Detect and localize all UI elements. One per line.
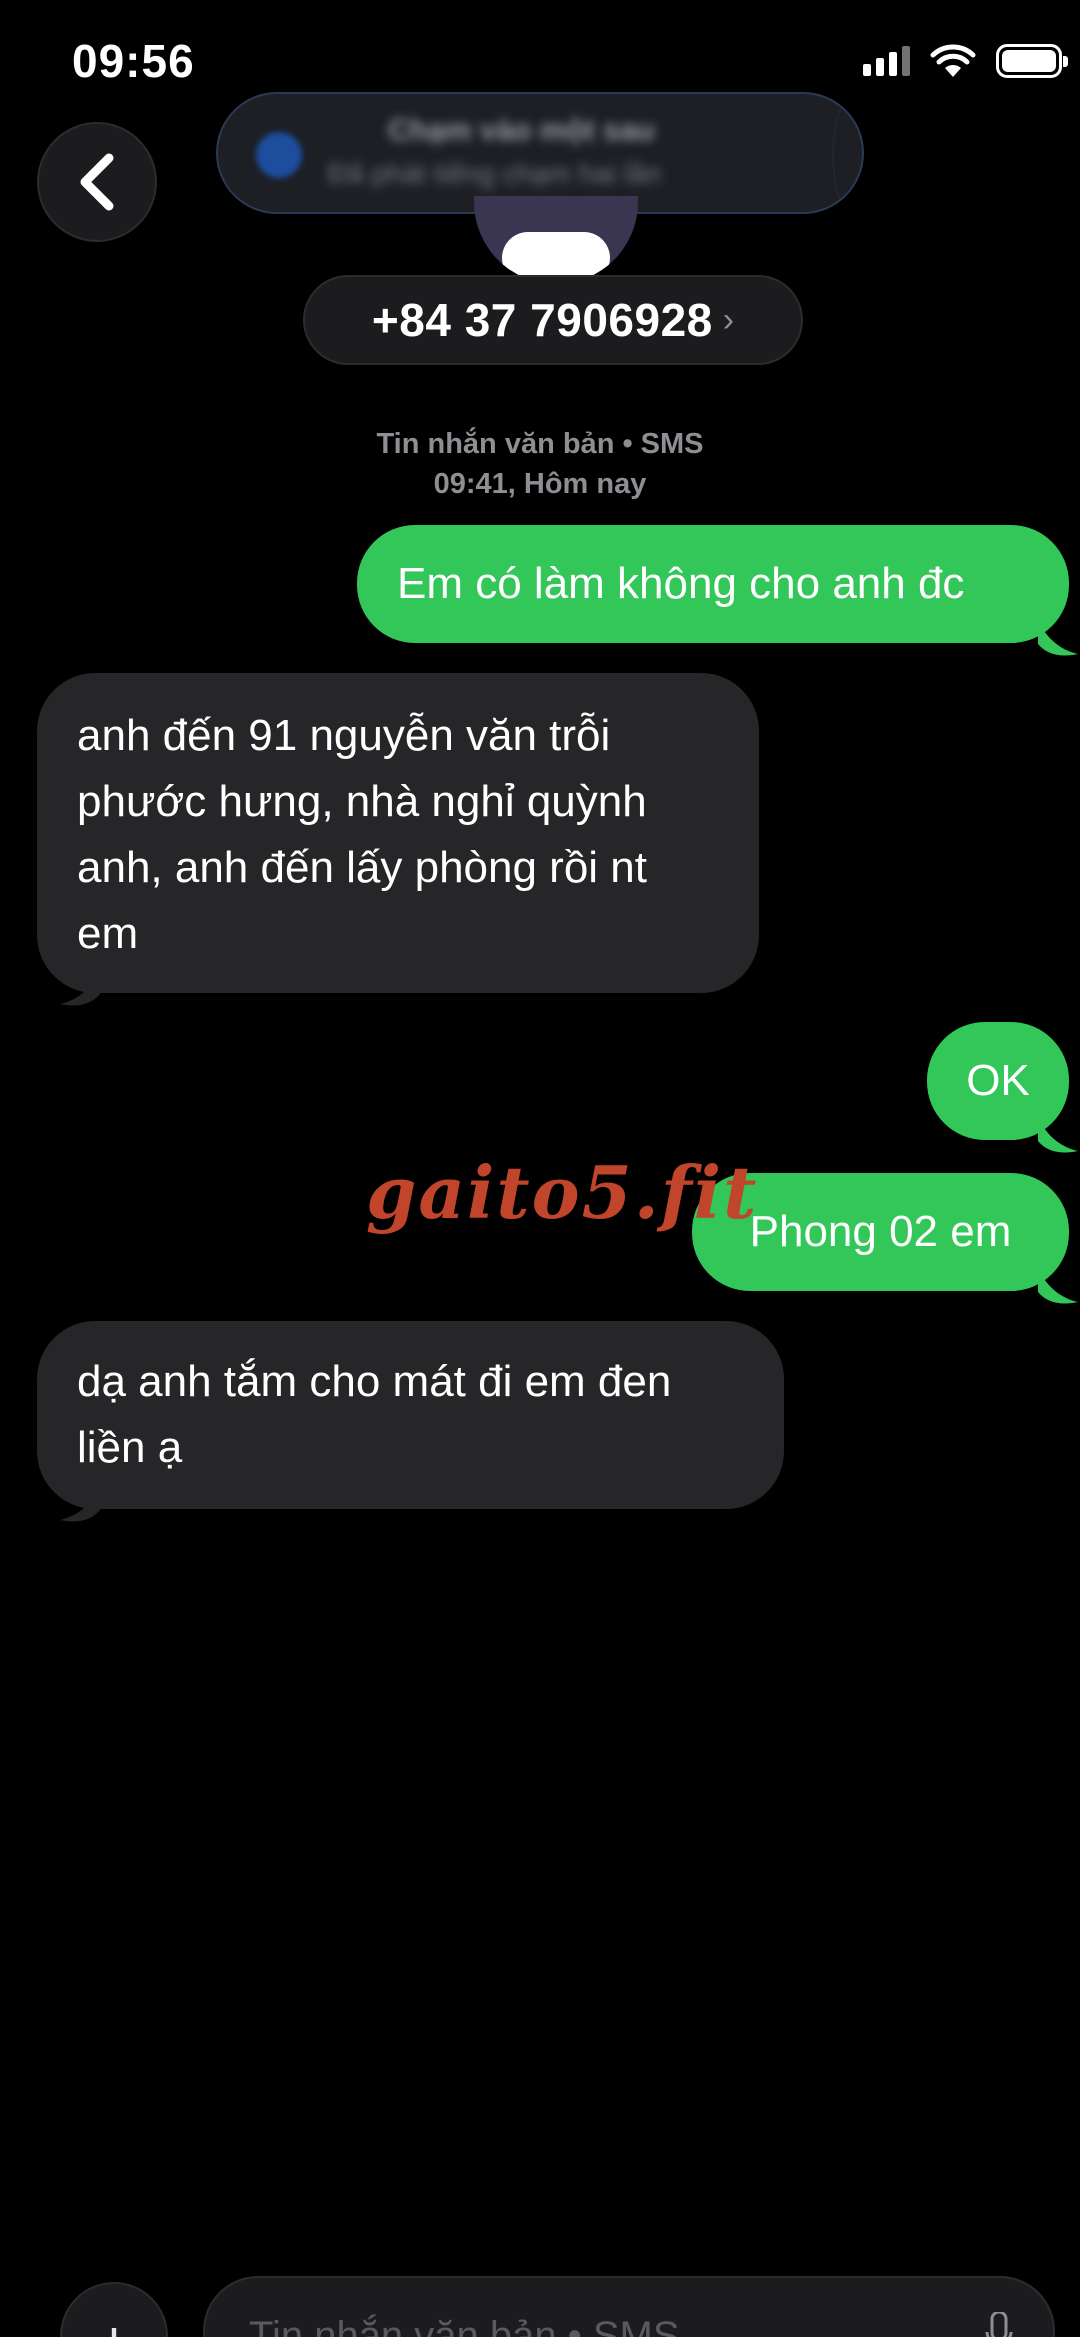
notification-subtitle: Đã phát tiếng chạm hai lần bbox=[328, 158, 662, 189]
message-text-line: phước hưng, nhà nghỉ quỳnh bbox=[77, 777, 647, 826]
message-text-line: dạ anh tắm cho mát đi em đen bbox=[77, 1357, 672, 1406]
watermark-text: gaito5.fit bbox=[366, 1150, 759, 1235]
bubble-tail bbox=[1038, 1268, 1078, 1304]
chevron-right-icon: › bbox=[722, 300, 735, 339]
notification-app-icon bbox=[256, 132, 302, 178]
battery-icon bbox=[996, 44, 1068, 78]
status-time: 09:56 bbox=[72, 35, 195, 87]
thread-service-label: Tin nhắn văn bản • SMS bbox=[376, 428, 704, 460]
bubble-tail bbox=[60, 970, 100, 1006]
message-bubble-outgoing[interactable]: Em có làm không cho anh đc bbox=[357, 525, 1069, 643]
message-input[interactable] bbox=[249, 2306, 929, 2337]
microphone-icon[interactable] bbox=[985, 2312, 1013, 2337]
contact-name: +84 37 7906928 bbox=[371, 294, 713, 346]
back-button[interactable] bbox=[37, 122, 157, 242]
status-icons bbox=[863, 44, 1068, 78]
message-text-line: anh, anh đến lấy phòng rồi nt bbox=[77, 843, 648, 892]
message-composer[interactable] bbox=[203, 2276, 1055, 2337]
plus-icon: + bbox=[96, 2308, 131, 2337]
wifi-icon bbox=[930, 44, 976, 77]
message-text-line: em bbox=[77, 909, 139, 958]
add-attachment-button[interactable]: + bbox=[60, 2282, 168, 2337]
thread-timestamp: 09:41, Hôm nay bbox=[433, 468, 647, 500]
notification-title: Chạm vào một sau bbox=[388, 114, 655, 147]
bubble-tail bbox=[1038, 1117, 1078, 1153]
bubble-tail bbox=[1038, 620, 1078, 656]
message-bubble-incoming[interactable]: dạ anh tắm cho mát đi em đen liền ạ bbox=[37, 1321, 784, 1509]
cellular-signal-icon bbox=[863, 46, 910, 76]
message-bubble-incoming[interactable]: anh đến 91 nguyễn văn trỗi phước hưng, n… bbox=[37, 673, 759, 993]
message-text: Em có làm không cho anh đc bbox=[397, 559, 965, 608]
message-text-line: liền ạ bbox=[77, 1423, 183, 1472]
message-text-line: anh đến 91 nguyễn văn trỗi bbox=[77, 711, 611, 760]
contact-avatar[interactable] bbox=[474, 196, 638, 284]
chevron-left-icon bbox=[80, 153, 114, 211]
contact-name-button[interactable]: +84 37 7906928 › bbox=[303, 275, 803, 365]
bubble-tail bbox=[60, 1486, 100, 1522]
